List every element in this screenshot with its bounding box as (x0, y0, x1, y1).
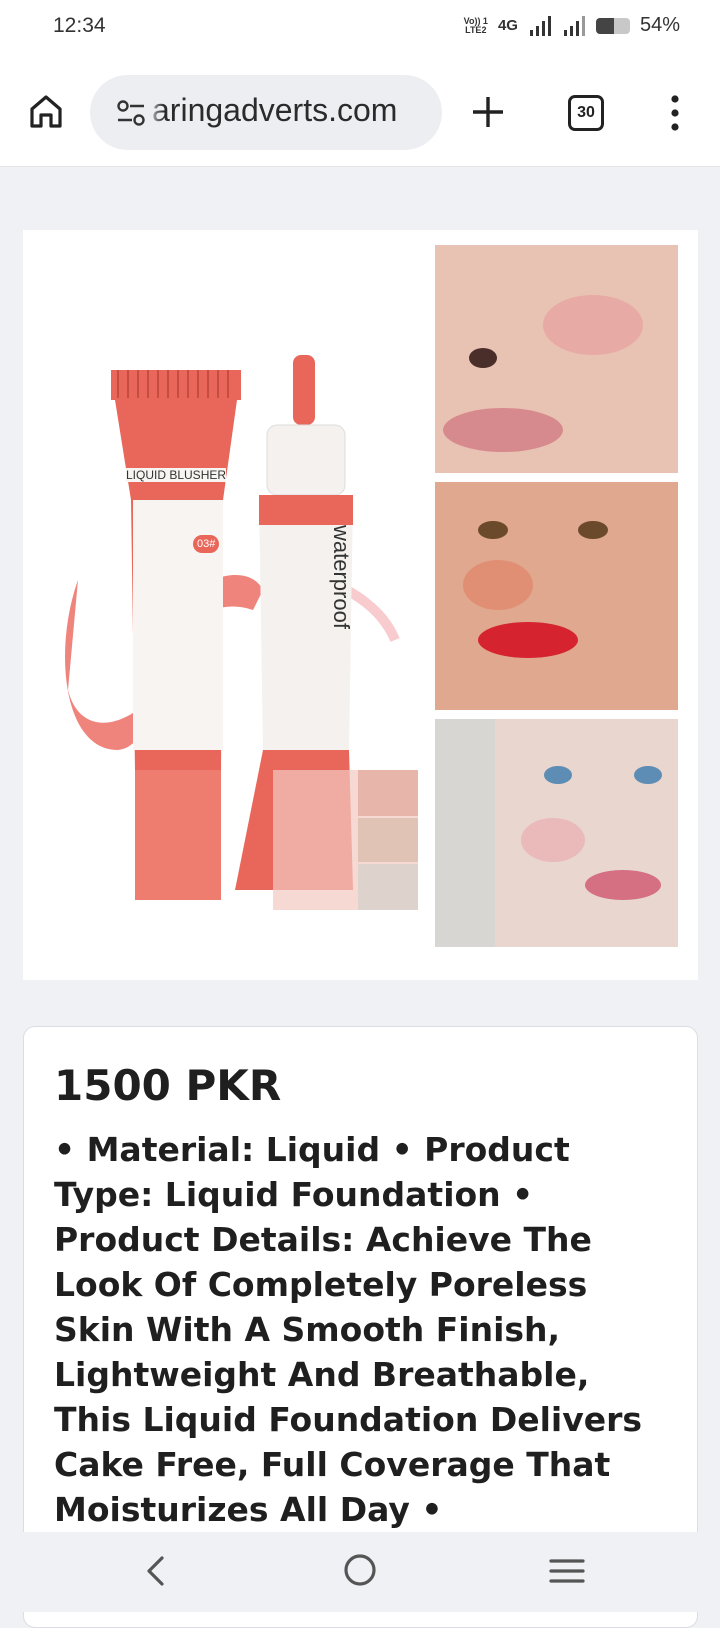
product-illustration: waterproof (65, 245, 678, 947)
face3-eye (544, 766, 572, 784)
tube2-neck (266, 424, 346, 496)
recents-icon[interactable] (548, 1554, 586, 1588)
system-nav-bar (0, 1532, 720, 1612)
face3-lips (585, 870, 661, 900)
inset-face1 (358, 770, 418, 816)
signal-icon-secondary (563, 15, 585, 36)
inset-face2 (358, 818, 418, 862)
address-bar[interactable]: aringadverts.com (90, 75, 442, 150)
tube2-brand: waterproof (329, 524, 354, 630)
status-indicators: Vo)) 1 LTE2 4G 54% (464, 14, 680, 37)
site-settings-icon[interactable] (116, 99, 146, 127)
tube2-tip (293, 355, 315, 425)
battery-icon (595, 17, 630, 34)
tube2-band (259, 495, 353, 525)
battery-fill (595, 17, 615, 34)
tube1-shade: 03# (193, 535, 220, 553)
face2-lips (478, 622, 578, 658)
inset-face3 (358, 864, 418, 910)
face2-eye-2 (578, 521, 608, 539)
plus-icon[interactable] (470, 94, 506, 130)
face1-nostril (469, 348, 497, 368)
network-type: 4G (497, 17, 518, 34)
url-fade (146, 75, 164, 150)
product-image[interactable]: waterproof LIQUID BLUSHER 03# (23, 230, 698, 980)
face2-eye (478, 521, 508, 539)
face1-blush (543, 295, 643, 355)
product-price: 1500 PKR (54, 1061, 282, 1110)
product-description: • Material: Liquid • Product Type: Liqui… (54, 1130, 643, 1529)
tube1-crimp (111, 370, 241, 400)
battery-percent: 54% (639, 14, 680, 36)
tab-switcher-icon[interactable]: 30 (568, 95, 604, 131)
status-time: 12:34 (53, 14, 106, 37)
signal-icon (529, 15, 551, 36)
face3-eye-2 (634, 766, 662, 784)
home-icon[interactable] (26, 91, 66, 131)
face2-blush (463, 560, 533, 610)
back-icon[interactable] (140, 1554, 174, 1588)
tube1-label-text: LIQUID BLUSHER (126, 468, 227, 482)
face3-blush (521, 818, 585, 862)
home-circle-icon[interactable] (342, 1552, 378, 1588)
status-bar: 12:34 Vo)) 1 LTE2 4G 54% (0, 0, 720, 58)
tube1-cap (135, 770, 221, 900)
more-vert-icon[interactable] (665, 93, 685, 133)
face1-lips (443, 408, 563, 452)
browser-toolbar: aringadverts.com 30 (0, 58, 720, 167)
volte-indicator: Vo)) 1 LTE2 (463, 15, 488, 35)
url-text: aringadverts.com (152, 92, 398, 128)
face3-hair (435, 719, 495, 947)
